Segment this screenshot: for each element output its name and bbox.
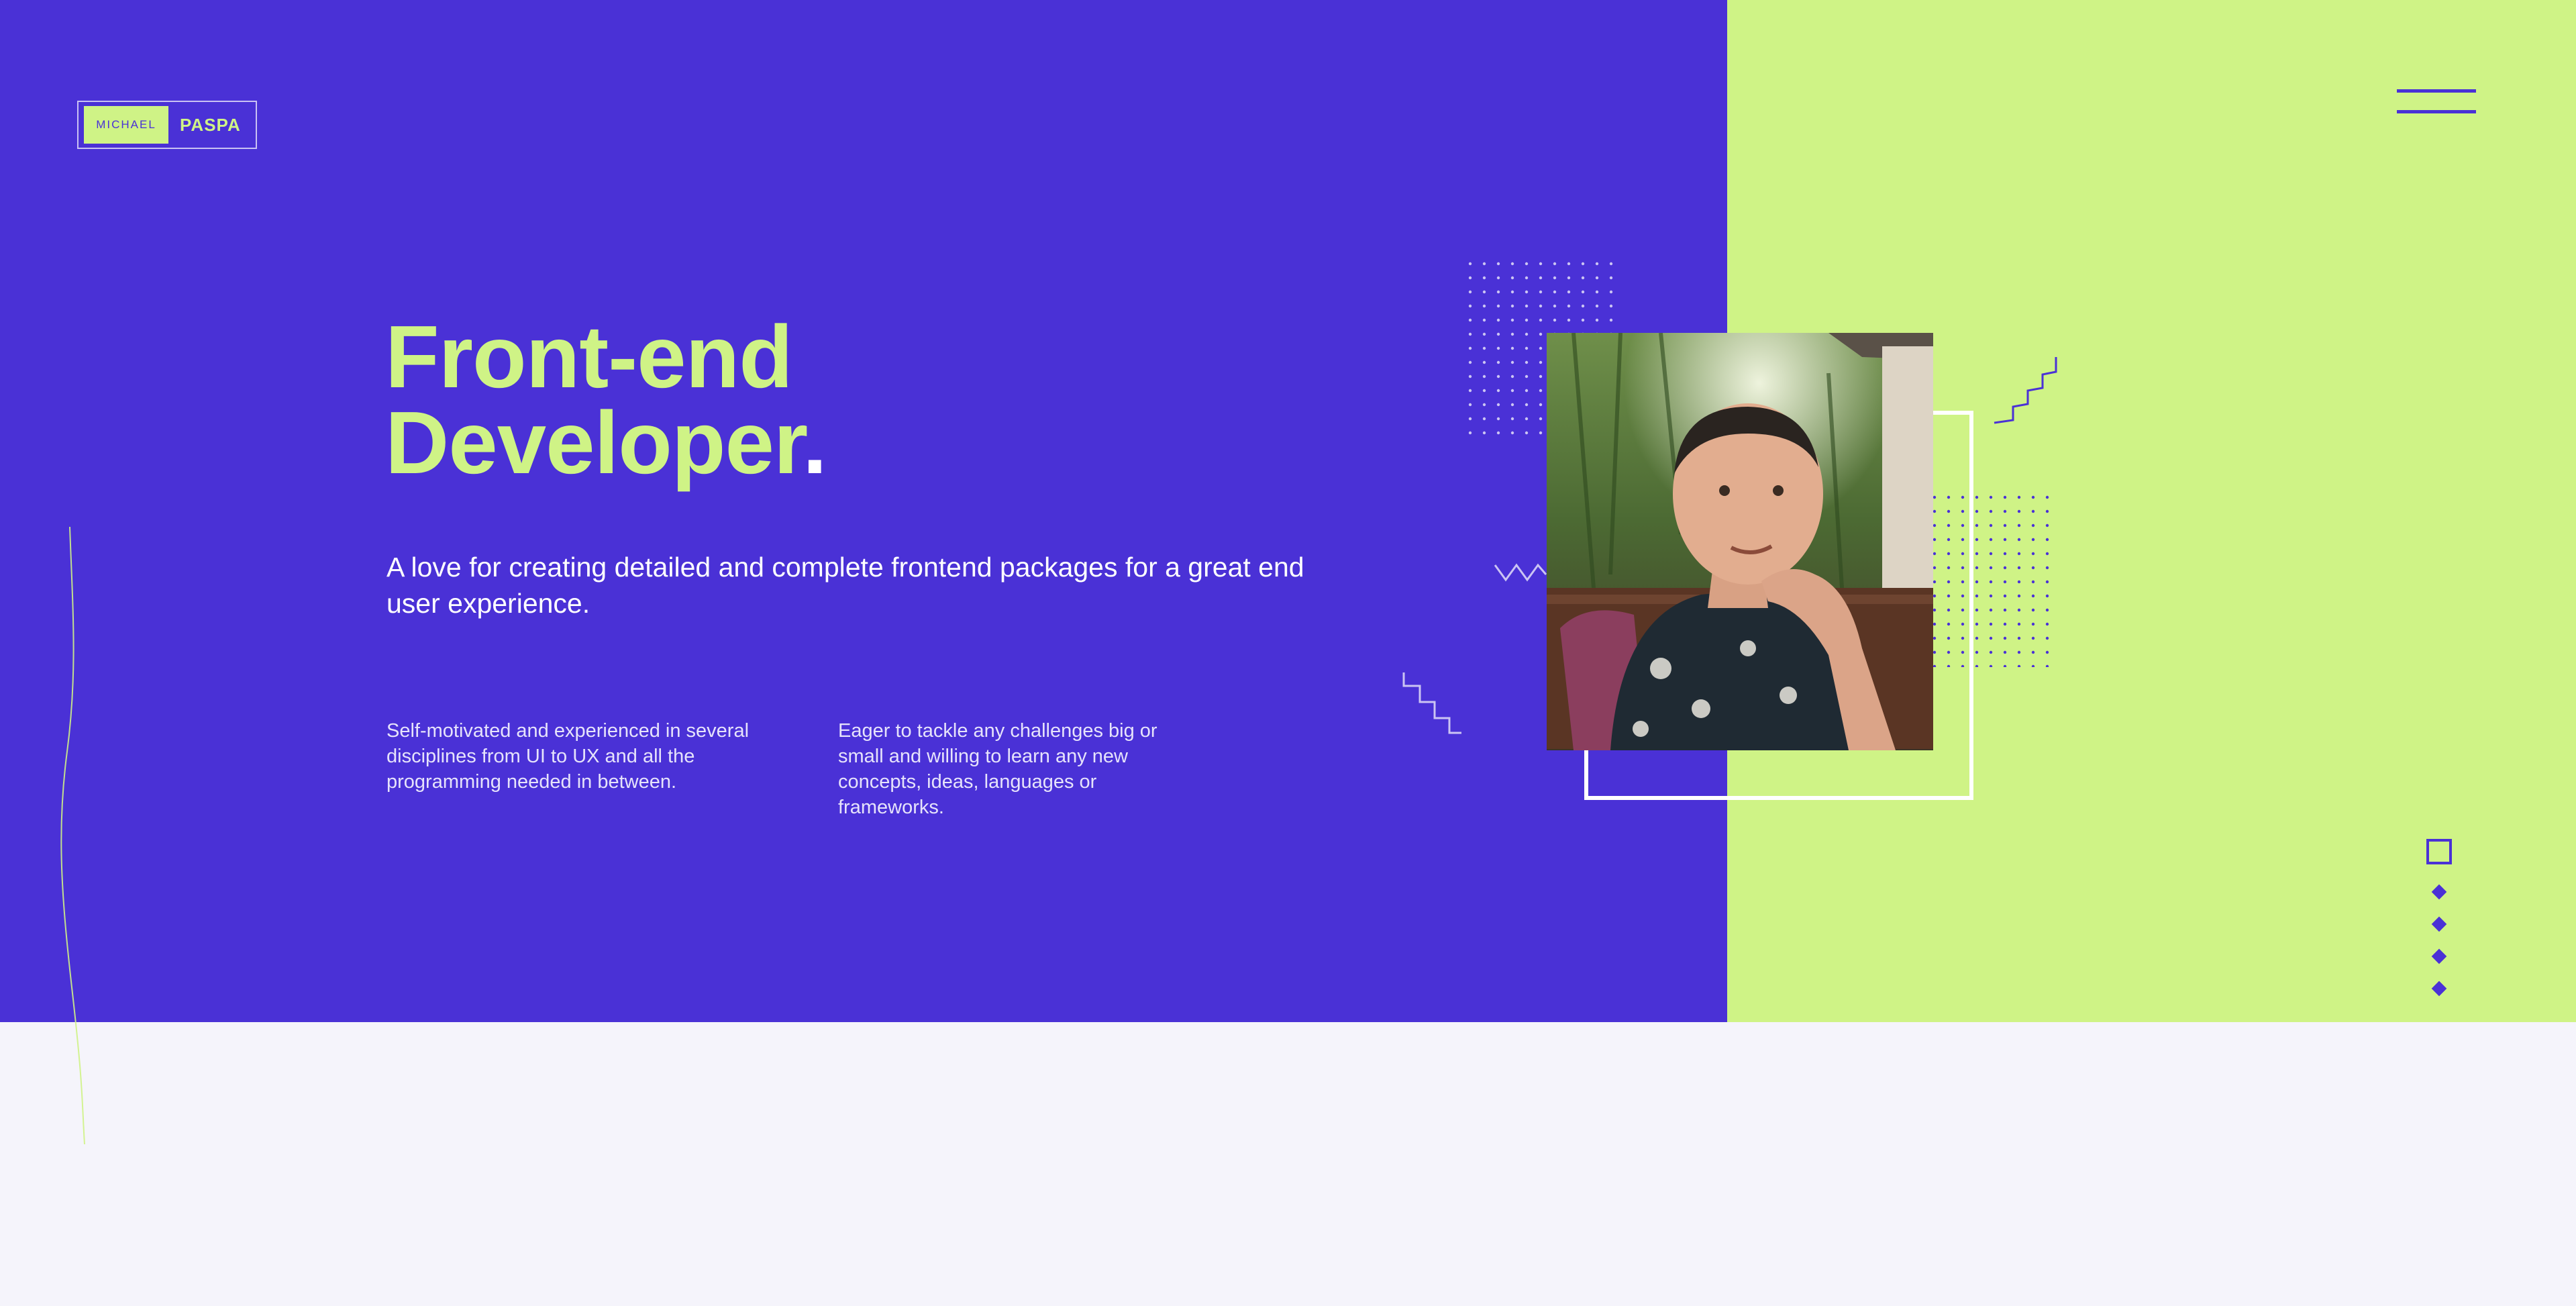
hero-title-dot: . <box>803 393 827 492</box>
zigzag-decoration-right <box>1994 357 2057 424</box>
menu-line-bottom <box>2397 110 2476 113</box>
square-outline-icon[interactable] <box>2426 839 2452 864</box>
logo-first-name: MICHAEL <box>84 106 168 144</box>
site-logo[interactable]: MICHAEL PASPA <box>77 101 257 149</box>
profile-photo <box>1547 333 1933 750</box>
hero-detail-1: Self-motivated and experienced in severa… <box>387 720 750 793</box>
squiggle-line-decoration <box>60 526 85 1145</box>
zigzag-decoration-left <box>1494 563 1547 582</box>
hero-title: Front-end Developer. <box>385 313 827 487</box>
logo-last-name: PASPA <box>180 114 241 135</box>
zigzag-decoration-bottom <box>1402 672 1461 734</box>
hero-title-line-1: Front-end <box>385 307 793 406</box>
hero-detail-2: Eager to tackle any challenges big or sm… <box>838 720 1157 818</box>
hero-title-line-2: Developer <box>385 393 803 492</box>
hero-lead: A love for creating detailed and complet… <box>387 552 1304 619</box>
menu-line-top <box>2397 89 2476 93</box>
hero-primary-panel <box>0 0 1727 1022</box>
hamburger-icon[interactable] <box>2397 89 2476 116</box>
